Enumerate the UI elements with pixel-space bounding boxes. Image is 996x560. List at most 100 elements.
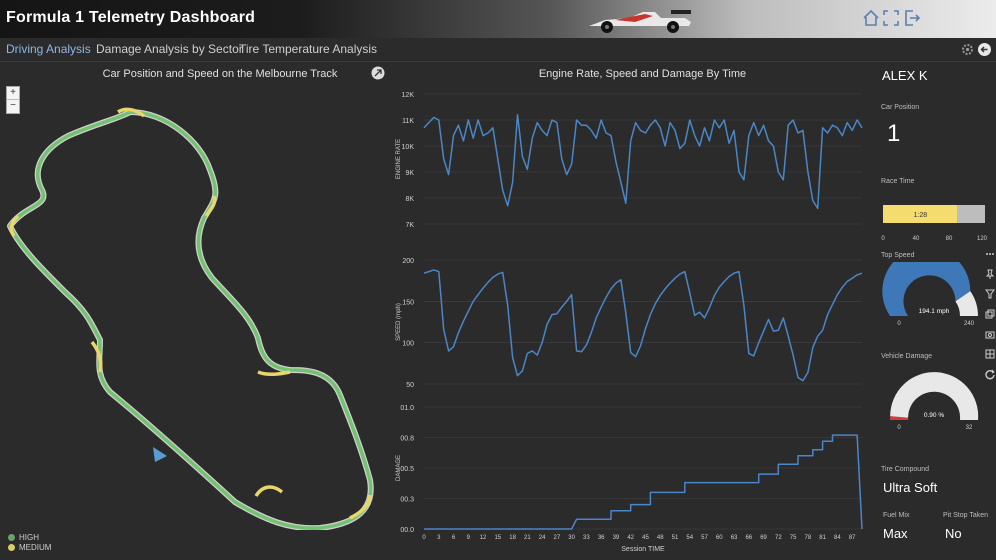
y-tick-label: 100 bbox=[402, 341, 414, 348]
tab-damage-analysis[interactable]: Damage Analysis by Sector bbox=[96, 42, 243, 56]
back-icon[interactable] bbox=[977, 42, 992, 57]
exit-icon[interactable] bbox=[903, 9, 921, 27]
x-tick-label: 6 bbox=[452, 535, 456, 541]
y-tick-label: 00.5 bbox=[400, 466, 414, 473]
y-tick-label: 8K bbox=[405, 196, 414, 203]
x-tick-label: 75 bbox=[790, 535, 797, 541]
y-tick-label: 200 bbox=[402, 258, 414, 265]
y-axis-label: ENGINE RATE bbox=[396, 139, 402, 179]
x-tick-label: 9 bbox=[467, 535, 471, 541]
pin-icon[interactable] bbox=[984, 268, 996, 280]
driver-name: ALEX K bbox=[882, 68, 928, 83]
track-outline bbox=[7, 109, 374, 530]
home-icon[interactable] bbox=[862, 9, 880, 27]
x-tick-label: 30 bbox=[568, 535, 575, 541]
x-tick-label: 39 bbox=[613, 535, 620, 541]
series-line[interactable] bbox=[424, 434, 863, 530]
y-tick-label: 10K bbox=[402, 144, 415, 151]
top-speed-gauge: 194.1 mph 0 240 bbox=[882, 262, 978, 327]
race-time-tick: 120 bbox=[977, 236, 988, 242]
x-tick-label: 66 bbox=[745, 535, 752, 541]
top-speed-label: Top Speed bbox=[881, 252, 915, 259]
refresh-icon[interactable] bbox=[984, 368, 996, 380]
speed-gauge-value: 194.1 mph bbox=[919, 308, 950, 315]
race-time-tick: 40 bbox=[913, 236, 920, 242]
y-tick-label: 7K bbox=[405, 222, 414, 229]
pit-stop-value: No bbox=[945, 526, 962, 541]
car-position-label: Car Position bbox=[881, 104, 920, 111]
track-speed-medium bbox=[254, 485, 284, 497]
filter-icon[interactable] bbox=[984, 288, 996, 300]
x-tick-label: 60 bbox=[716, 535, 723, 541]
x-axis-label: Session TIME bbox=[621, 546, 665, 553]
fuel-mix-value: Max bbox=[883, 526, 908, 541]
x-tick-label: 3 bbox=[437, 535, 441, 541]
legend-medium: MEDIUM bbox=[8, 543, 51, 552]
map-title: Car Position and Speed on the Melbourne … bbox=[102, 68, 338, 80]
vehicle-damage-label: Vehicle Damage bbox=[881, 353, 932, 360]
race-time-value: 1:28 bbox=[914, 212, 928, 219]
y-tick-label: 00.3 bbox=[400, 497, 414, 504]
gear-icon[interactable] bbox=[960, 42, 975, 57]
pit-stop-label: Pit Stop Taken bbox=[943, 512, 989, 519]
race-time-tick: 0 bbox=[881, 236, 885, 242]
fullscreen-icon[interactable] bbox=[882, 9, 900, 27]
race-time-remaining bbox=[957, 205, 985, 223]
race-time-tick: 80 bbox=[946, 236, 953, 242]
x-tick-label: 78 bbox=[805, 535, 812, 541]
x-tick-label: 54 bbox=[686, 535, 693, 541]
x-tick-label: 45 bbox=[642, 535, 649, 541]
x-tick-label: 21 bbox=[524, 535, 531, 541]
x-tick-label: 84 bbox=[834, 535, 841, 541]
expand-icon[interactable] bbox=[371, 66, 385, 80]
tab-bar: Driving Analysis Damage Analysis by Sect… bbox=[0, 38, 996, 62]
damage-gauge-min: 0 bbox=[897, 425, 901, 431]
race-time-label: Race Time bbox=[881, 178, 915, 185]
x-tick-label: 33 bbox=[583, 535, 590, 541]
y-tick-label: 00.8 bbox=[400, 436, 414, 443]
x-tick-label: 27 bbox=[554, 535, 561, 541]
table-icon[interactable] bbox=[984, 348, 996, 360]
legend-medium-label: MEDIUM bbox=[19, 543, 52, 552]
charts-title: Engine Rate, Speed and Damage By Time bbox=[538, 68, 747, 80]
app-title: Formula 1 Telemetry Dashboard bbox=[6, 9, 256, 26]
car-position-marker[interactable] bbox=[153, 447, 167, 462]
y-tick-label: 9K bbox=[405, 170, 414, 177]
x-tick-label: 18 bbox=[509, 535, 516, 541]
series-line[interactable] bbox=[423, 114, 863, 210]
track-map[interactable] bbox=[0, 90, 390, 530]
track-speed-high bbox=[8, 110, 373, 530]
tab-tire-temperature[interactable]: Tire Temperature Analysis bbox=[239, 42, 377, 56]
telemetry-charts[interactable]: 12K11K10K9K8K7KENGINE RATE20015010050SPE… bbox=[390, 84, 870, 560]
x-tick-label: 72 bbox=[775, 535, 782, 541]
legend-high-label: HIGH bbox=[19, 533, 39, 542]
more-options-icon[interactable] bbox=[984, 248, 996, 260]
x-tick-label: 36 bbox=[598, 535, 605, 541]
legend-high: HIGH bbox=[8, 533, 39, 542]
x-tick-label: 81 bbox=[819, 535, 826, 541]
x-tick-label: 0 bbox=[422, 535, 426, 541]
car-position-value: 1 bbox=[887, 120, 901, 147]
y-tick-label: 12K bbox=[402, 92, 415, 99]
x-tick-label: 42 bbox=[627, 535, 634, 541]
header-banner: Formula 1 Telemetry Dashboard bbox=[0, 0, 996, 38]
legend-high-swatch bbox=[8, 534, 15, 541]
speed-gauge-min: 0 bbox=[897, 321, 901, 327]
vehicle-damage-gauge: 0.90 % 0 32 bbox=[890, 372, 979, 431]
track-speed-medium bbox=[257, 370, 291, 377]
y-tick-label: 00.0 bbox=[400, 527, 414, 534]
tab-driving-analysis[interactable]: Driving Analysis bbox=[6, 42, 91, 56]
camera-icon[interactable] bbox=[984, 328, 996, 340]
x-tick-label: 24 bbox=[539, 535, 546, 541]
x-tick-label: 57 bbox=[701, 535, 708, 541]
f1-car-image bbox=[589, 10, 691, 33]
race-time-bar: 1:28 0 40 80 120 bbox=[881, 205, 988, 242]
x-tick-label: 87 bbox=[849, 535, 856, 541]
x-tick-label: 63 bbox=[731, 535, 738, 541]
copy-icon[interactable] bbox=[984, 308, 996, 320]
speed-gauge-max: 240 bbox=[964, 321, 975, 327]
series-line[interactable] bbox=[423, 269, 863, 382]
y-axis-label: SPEED (mph) bbox=[396, 303, 402, 341]
y-axis-label: DAMAGE bbox=[396, 455, 402, 481]
y-tick-label: 150 bbox=[402, 299, 414, 306]
